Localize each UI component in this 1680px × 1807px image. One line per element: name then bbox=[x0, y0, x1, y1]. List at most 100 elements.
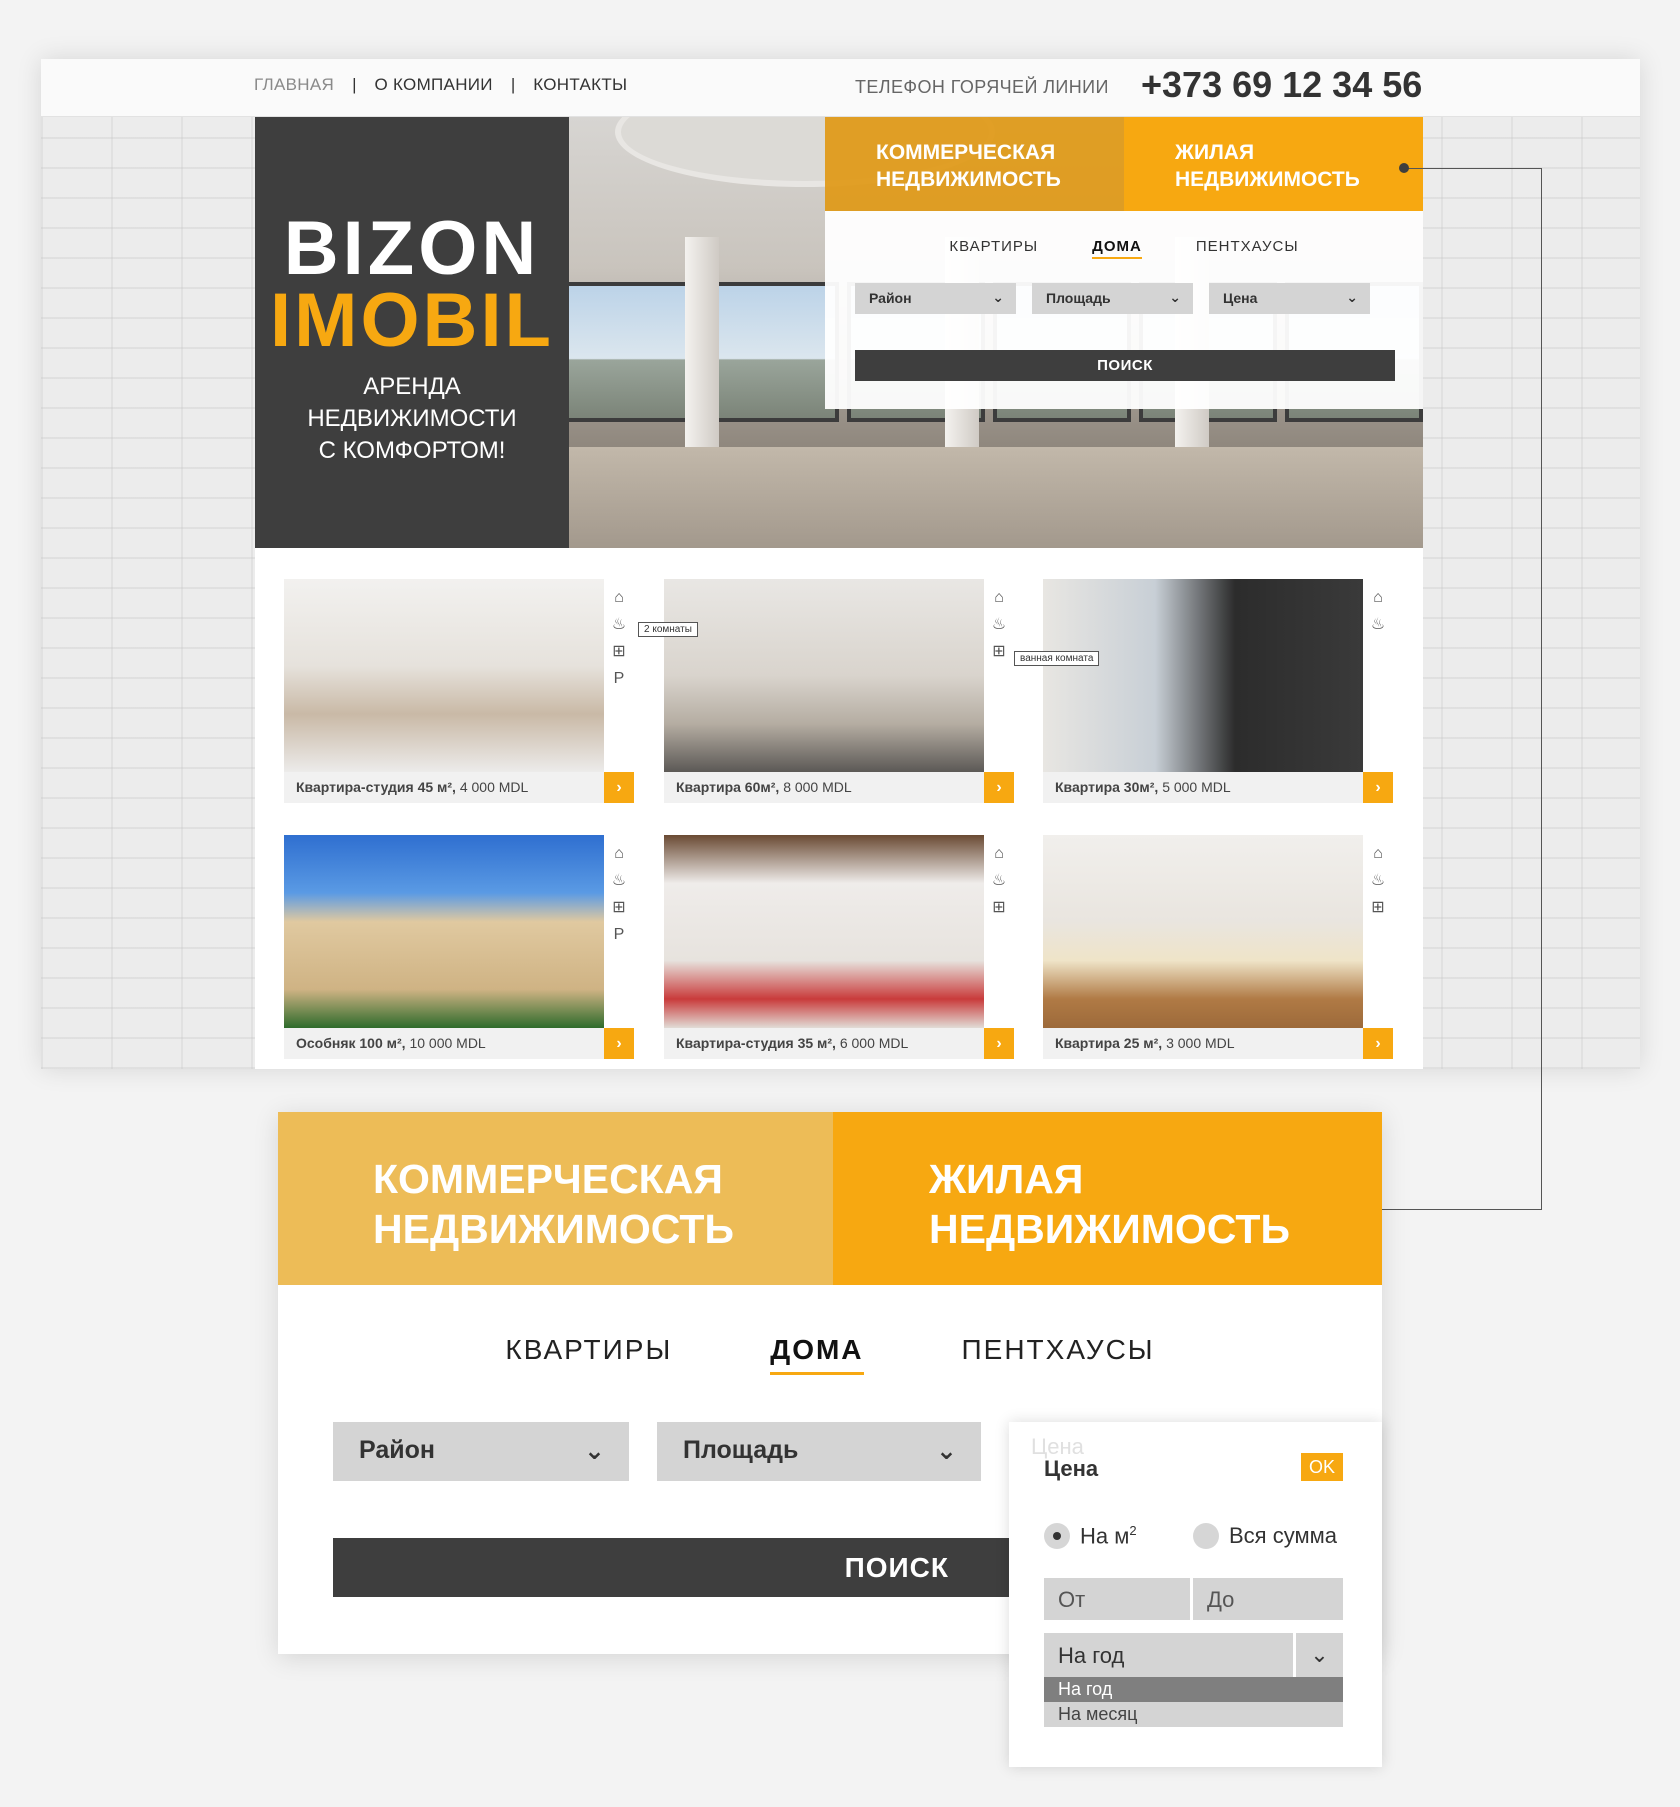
rooms-icon[interactable]: ⌂ bbox=[1373, 589, 1383, 607]
amenity-icons: ⌂ ♨ ⊞ bbox=[984, 579, 1014, 772]
price-from-input[interactable]: От bbox=[1044, 1578, 1190, 1620]
rooms-icon[interactable]: ⌂ bbox=[1373, 845, 1383, 863]
listing-card[interactable]: ⌂ ♨ Квартира 30м², 5 000 MDL › bbox=[1043, 579, 1393, 803]
listing-card[interactable]: ⌂ ♨ ⊞ Квартира 25 м², 3 000 MDL › bbox=[1043, 835, 1393, 1059]
radio-per-m2[interactable]: На м2 bbox=[1044, 1523, 1137, 1550]
bath-icon[interactable]: ♨ bbox=[612, 872, 626, 890]
period-select[interactable]: На год ⌄ bbox=[1044, 1633, 1343, 1677]
listing-caption: Квартира-студия 35 м², 6 000 MDL bbox=[664, 1028, 984, 1059]
radio-unchecked-icon bbox=[1193, 1523, 1219, 1549]
nav-about[interactable]: О КОМПАНИИ bbox=[375, 75, 493, 95]
period-option-month[interactable]: На месяц bbox=[1044, 1702, 1343, 1727]
rooms-icon[interactable]: ⌂ bbox=[994, 589, 1004, 607]
listing-photo[interactable] bbox=[664, 579, 984, 772]
listing-card[interactable]: ⌂ ♨ ⊞ P Квартира-студия 45 м², 4 000 MDL… bbox=[284, 579, 634, 803]
listing-caption: Особняк 100 м², 10 000 MDL bbox=[284, 1028, 604, 1059]
zoom-tab-penthouses[interactable]: ПЕНТХАУСЫ bbox=[962, 1334, 1155, 1375]
tab-commercial[interactable]: КОММЕРЧЕСКАЯ НЕДВИЖИМОСТЬ bbox=[825, 117, 1124, 211]
filter-row: Район ⌄ Площадь ⌄ Цена ⌄ bbox=[855, 283, 1370, 314]
listing-photo[interactable] bbox=[284, 835, 604, 1028]
chevron-right-icon[interactable]: › bbox=[1363, 772, 1393, 803]
parking-icon[interactable]: P bbox=[614, 926, 625, 944]
zoom-area-select[interactable]: Площадь ⌄ bbox=[657, 1422, 981, 1481]
search-button[interactable]: ПОИСК bbox=[855, 350, 1395, 381]
listing-card[interactable]: ⌂ ♨ ⊞ Квартира-студия 35 м², 6 000 MDL › bbox=[664, 835, 1014, 1059]
slogan: АРЕНДА НЕДВИЖИМОСТИ С КОМФОРТОМ! bbox=[307, 373, 517, 464]
connector-line bbox=[1541, 168, 1542, 1210]
tab-penthouses[interactable]: ПЕНТХАУСЫ bbox=[1196, 238, 1299, 259]
price-to-input[interactable]: До bbox=[1193, 1578, 1343, 1620]
bath-icon[interactable]: ♨ bbox=[992, 872, 1006, 890]
amenity-icons: ⌂ ♨ ⊞ P bbox=[604, 579, 634, 772]
listing-card[interactable]: ⌂ ♨ ⊞ Квартира 60м², 8 000 MDL › bbox=[664, 579, 1014, 803]
ok-button[interactable]: OK bbox=[1301, 1453, 1343, 1481]
chevron-right-icon[interactable]: › bbox=[604, 1028, 634, 1059]
listings-grid: ⌂ ♨ ⊞ P Квартира-студия 45 м², 4 000 MDL… bbox=[255, 548, 1423, 1069]
zoom-tab-commercial[interactable]: КОММЕРЧЕСКАЯ НЕДВИЖИМОСТЬ bbox=[278, 1112, 833, 1285]
zoom-tab-houses[interactable]: ДОМА bbox=[770, 1334, 864, 1375]
zoom-category-tabs: КВАРТИРЫ ДОМА ПЕНТХАУСЫ bbox=[278, 1334, 1382, 1375]
top-bar: ГЛАВНАЯ | О КОМПАНИИ | КОНТАКТЫ ТЕЛЕФОН … bbox=[41, 59, 1640, 117]
listing-photo[interactable] bbox=[284, 579, 604, 772]
radio-checked-icon bbox=[1044, 1523, 1070, 1550]
listing-photo[interactable] bbox=[664, 835, 984, 1028]
bath-icon[interactable]: ♨ bbox=[1371, 872, 1385, 890]
nav-separator: | bbox=[510, 75, 516, 94]
balcony-icon[interactable]: ⊞ bbox=[992, 899, 1005, 917]
tab-houses[interactable]: ДОМА bbox=[1092, 238, 1142, 259]
chevron-down-icon[interactable]: ⌄ bbox=[1293, 1633, 1343, 1677]
district-select[interactable]: Район ⌄ bbox=[855, 283, 1016, 314]
listing-photo[interactable] bbox=[1043, 835, 1363, 1028]
amenity-icons: ⌂ ♨ ⊞ bbox=[1363, 835, 1393, 1028]
chevron-down-icon: ⌄ bbox=[1169, 289, 1181, 305]
zoom-district-select[interactable]: Район ⌄ bbox=[333, 1422, 629, 1481]
nav-contacts[interactable]: КОНТАКТЫ bbox=[533, 75, 627, 95]
bath-icon[interactable]: ♨ bbox=[1371, 616, 1385, 634]
amenity-icons: ⌂ ♨ ⊞ bbox=[984, 835, 1014, 1028]
chevron-right-icon[interactable]: › bbox=[604, 772, 634, 803]
chevron-right-icon[interactable]: › bbox=[984, 1028, 1014, 1059]
zoom-tab-residential[interactable]: ЖИЛАЯ НЕДВИЖИМОСТЬ bbox=[833, 1112, 1382, 1285]
connector-line bbox=[1408, 168, 1542, 169]
main-nav: ГЛАВНАЯ | О КОМПАНИИ | КОНТАКТЫ bbox=[254, 75, 627, 95]
area-select[interactable]: Площадь ⌄ bbox=[1032, 283, 1193, 314]
balcony-icon[interactable]: ⊞ bbox=[612, 899, 625, 917]
search-panel: КВАРТИРЫ ДОМА ПЕНТХАУСЫ Район ⌄ Площадь ⌄ … bbox=[825, 211, 1423, 409]
listing-photo[interactable] bbox=[1043, 579, 1363, 772]
rooms-icon[interactable]: ⌂ bbox=[614, 589, 624, 607]
hotline-label: ТЕЛЕФОН ГОРЯЧЕЙ ЛИНИИ bbox=[855, 77, 1109, 97]
listing-caption: Квартира 30м², 5 000 MDL bbox=[1043, 772, 1363, 803]
property-type-tabs: КОММЕРЧЕСКАЯ НЕДВИЖИМОСТЬ ЖИЛАЯ НЕДВИЖИМ… bbox=[825, 117, 1423, 211]
parking-icon[interactable]: P bbox=[614, 670, 625, 688]
bath-tooltip: ванная комната bbox=[1014, 651, 1100, 666]
listing-caption: Квартира 60м², 8 000 MDL bbox=[664, 772, 984, 803]
zoom-search-button[interactable]: ПОИСК bbox=[333, 1538, 1091, 1597]
balcony-icon[interactable]: ⊞ bbox=[612, 643, 625, 661]
chevron-down-icon: ⌄ bbox=[936, 1437, 957, 1465]
logo-imobil[interactable]: IMOBIL bbox=[255, 277, 569, 364]
listing-card[interactable]: ⌂ ♨ ⊞ P Особняк 100 м², 10 000 MDL › bbox=[284, 835, 634, 1059]
zoom-tab-apartments[interactable]: КВАРТИРЫ bbox=[505, 1334, 672, 1375]
price-select[interactable]: Цена ⌄ bbox=[1209, 283, 1370, 314]
amenity-icons: ⌂ ♨ ⊞ P bbox=[604, 835, 634, 1028]
balcony-icon[interactable]: ⊞ bbox=[992, 643, 1005, 661]
radio-total[interactable]: Вся сумма bbox=[1193, 1523, 1337, 1549]
amenity-icons: ⌂ ♨ bbox=[1363, 579, 1393, 772]
category-tabs: КВАРТИРЫ ДОМА ПЕНТХАУСЫ bbox=[825, 238, 1423, 259]
listing-caption: Квартира 25 м², 3 000 MDL bbox=[1043, 1028, 1363, 1059]
tab-residential[interactable]: ЖИЛАЯ НЕДВИЖИМОСТЬ bbox=[1124, 117, 1423, 211]
rooms-icon[interactable]: ⌂ bbox=[994, 845, 1004, 863]
nav-separator: | bbox=[352, 75, 357, 94]
period-option-year[interactable]: На год bbox=[1044, 1677, 1343, 1702]
bath-icon[interactable]: ♨ bbox=[992, 616, 1006, 634]
chevron-right-icon[interactable]: › bbox=[984, 772, 1014, 803]
rooms-tooltip: 2 комнаты bbox=[638, 622, 698, 637]
balcony-icon[interactable]: ⊞ bbox=[1371, 899, 1384, 917]
bath-icon[interactable]: ♨ bbox=[612, 616, 626, 634]
hotline-number[interactable]: +373 69 12 34 56 bbox=[1141, 64, 1422, 106]
nav-home[interactable]: ГЛАВНАЯ bbox=[254, 75, 334, 95]
tab-apartments[interactable]: КВАРТИРЫ bbox=[949, 238, 1038, 259]
chevron-down-icon: ⌄ bbox=[992, 289, 1004, 305]
chevron-right-icon[interactable]: › bbox=[1363, 1028, 1393, 1059]
rooms-icon[interactable]: ⌂ bbox=[614, 845, 624, 863]
